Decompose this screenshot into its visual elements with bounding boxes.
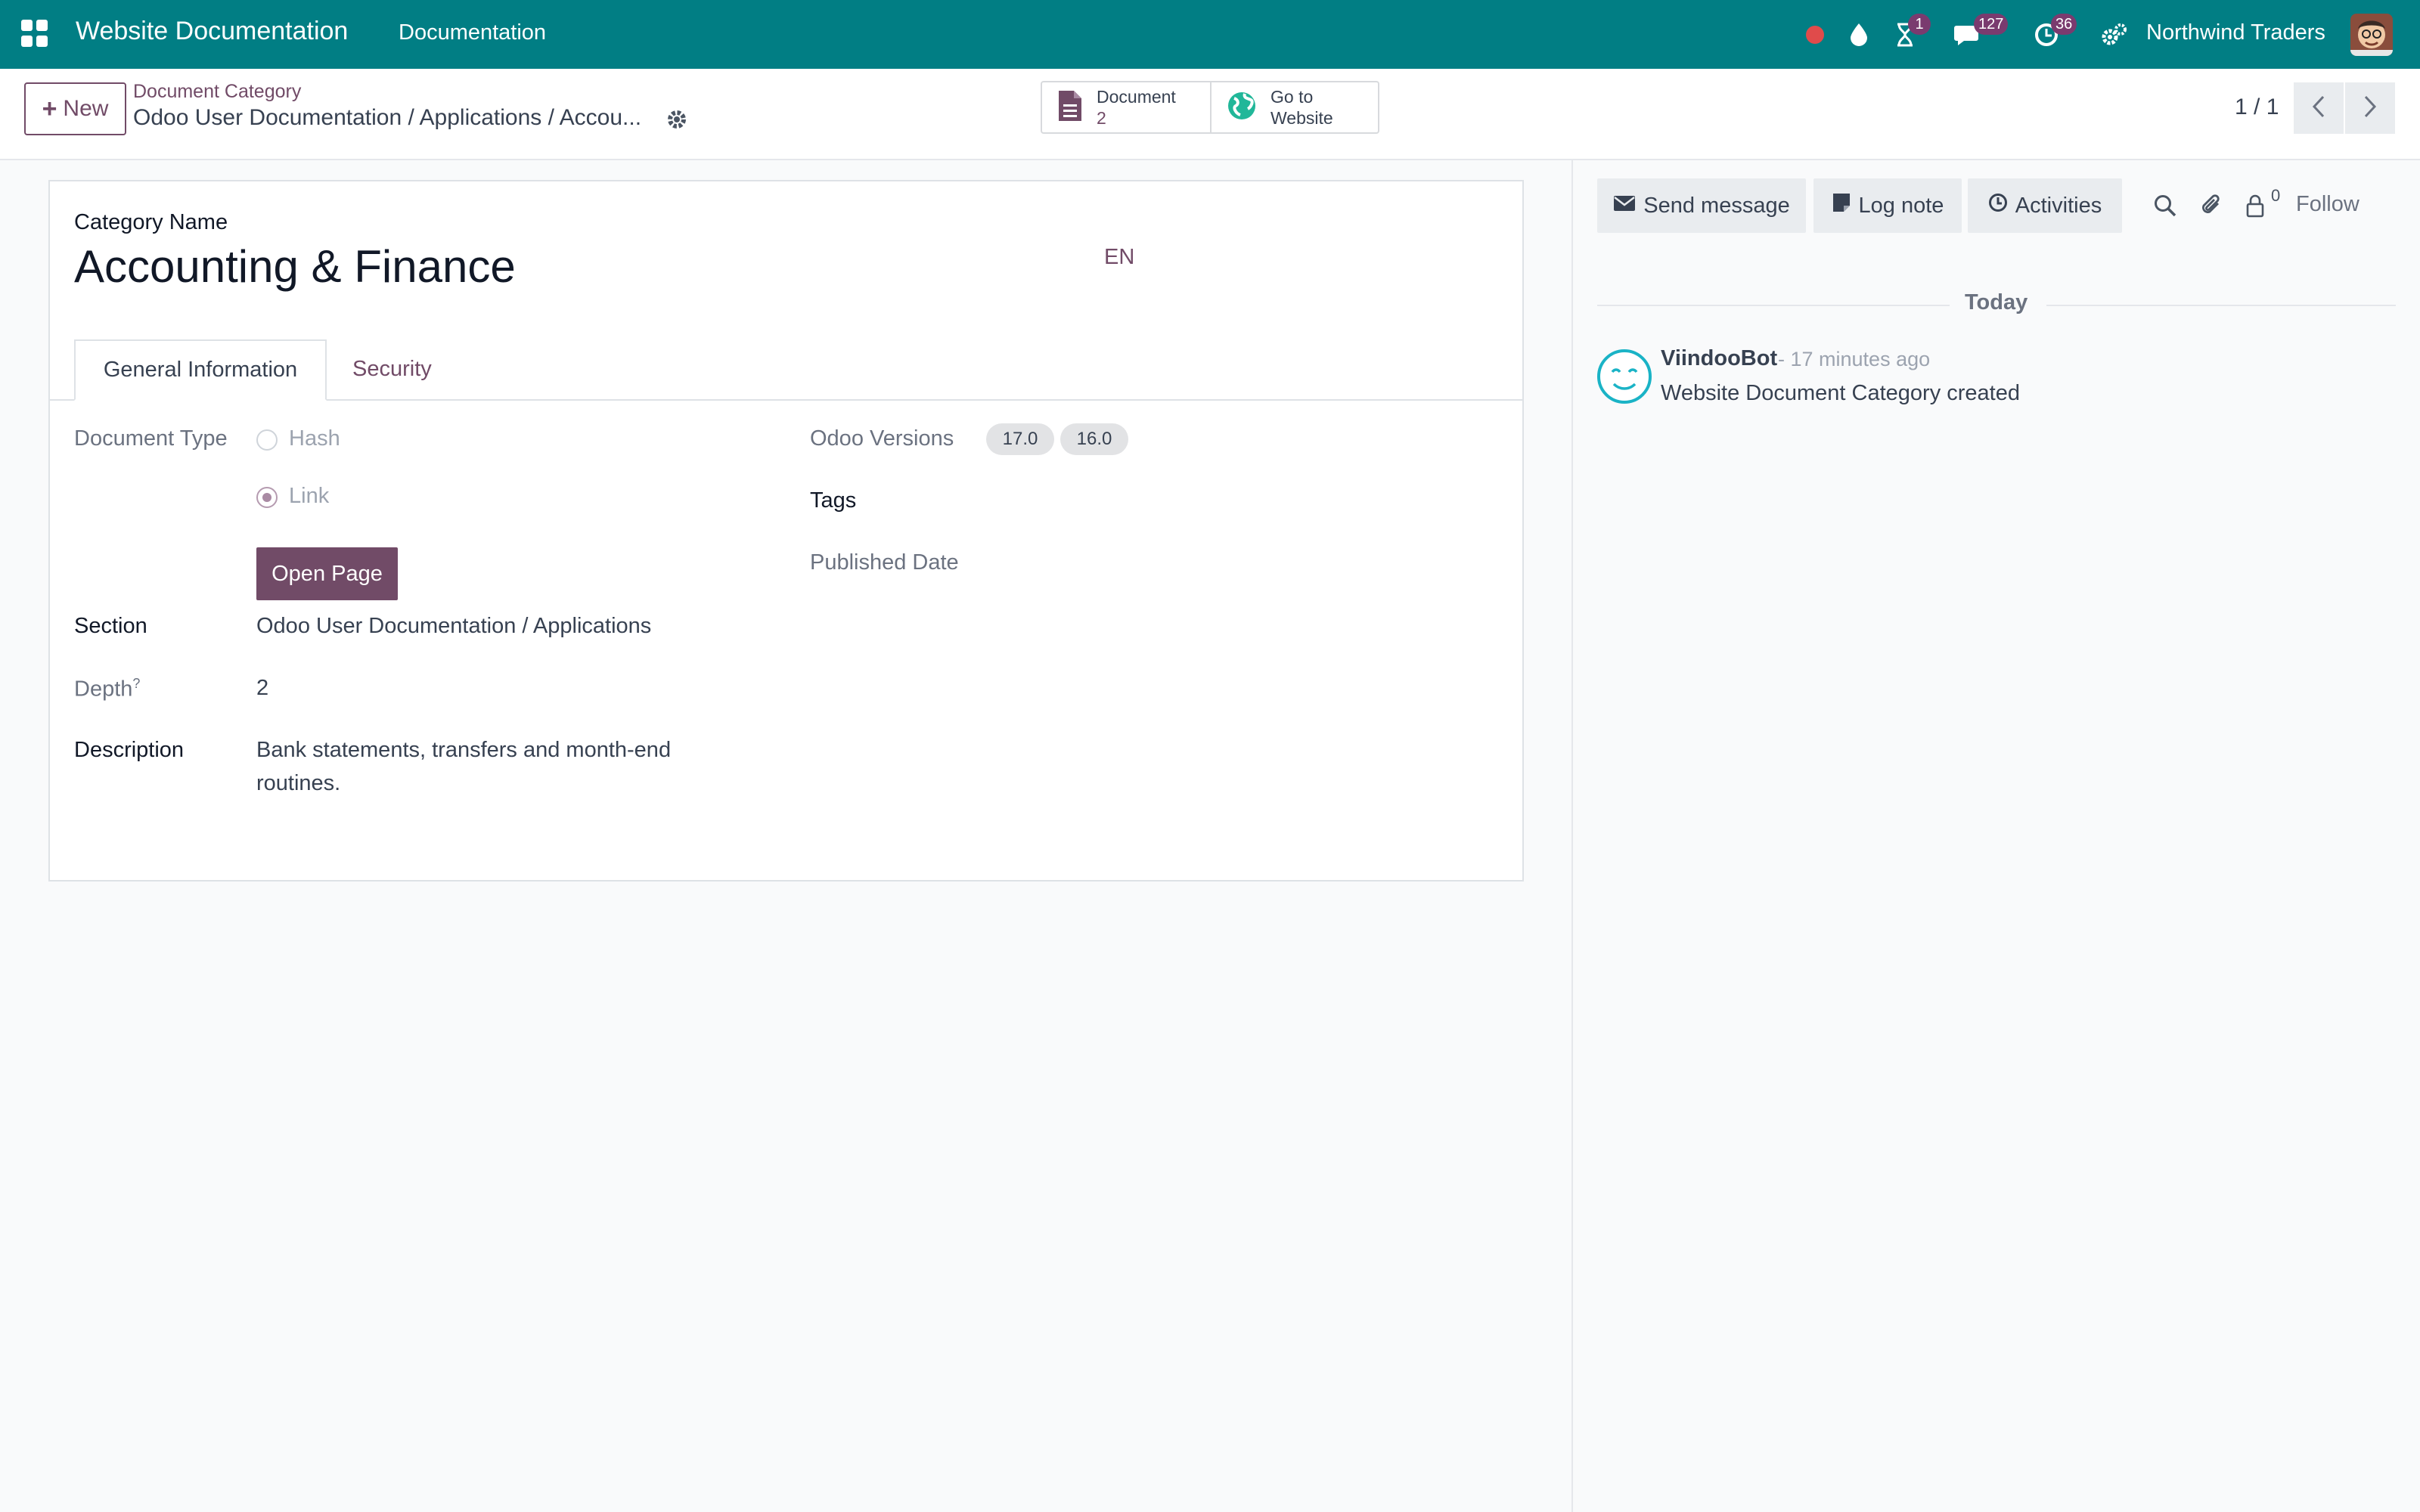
envelope-icon	[1613, 194, 1636, 218]
document-type-link-label[interactable]: Link	[289, 484, 329, 509]
version-tag[interactable]: 17.0	[986, 423, 1054, 455]
breadcrumb-current: Odoo User Documentation / Applications /…	[133, 105, 642, 130]
documents-smart-count: 2	[1097, 108, 1106, 128]
messages-icon[interactable]: 127	[1951, 14, 2009, 51]
activities-button[interactable]: Activities	[1968, 178, 2122, 233]
open-page-button[interactable]: Open Page	[256, 547, 398, 600]
globe-icon	[1227, 91, 1257, 125]
category-name-label: Category Name	[74, 210, 228, 234]
user-avatar[interactable]	[2350, 14, 2393, 56]
version-tag[interactable]: 16.0	[1060, 423, 1128, 455]
description-line-1[interactable]: Bank statements, transfers and month-end	[256, 738, 671, 763]
top-navbar: Website Documentation Documentation 1 12…	[0, 0, 2420, 69]
control-panel: + New Document Category Odoo User Docume…	[0, 69, 2420, 160]
hourglass-icon[interactable]: 1	[1888, 14, 1931, 51]
go-to-website-button[interactable]: Go to Website	[1210, 82, 1378, 132]
depth-label-text: Depth	[74, 677, 133, 702]
plus-icon: +	[42, 94, 57, 123]
activity-badge: 1	[1908, 14, 1931, 35]
today-line-right	[2046, 305, 2396, 306]
language-toggle[interactable]: EN	[1104, 245, 1134, 270]
published-date-label: Published Date	[810, 550, 959, 575]
log-note-label: Log note	[1858, 193, 1944, 218]
depth-help-icon[interactable]: ?	[132, 676, 140, 691]
new-button[interactable]: + New	[24, 82, 126, 135]
messages-badge: 127	[1974, 14, 2009, 35]
odoo-versions-label: Odoo Versions	[810, 426, 954, 451]
section-value[interactable]: Odoo User Documentation / Applications	[256, 614, 651, 639]
message-author[interactable]: ViindooBot	[1661, 346, 1777, 371]
document-type-link-radio[interactable]	[256, 487, 278, 508]
activities-badge: 36	[2051, 14, 2077, 35]
message-time: - 17 minutes ago	[1778, 348, 1931, 370]
section-label: Section	[74, 614, 147, 638]
apps-menu-icon[interactable]	[21, 20, 48, 47]
paperclip-icon[interactable]	[2198, 192, 2225, 219]
today-separator: Today	[1965, 290, 2028, 314]
document-type-hash-radio[interactable]	[256, 429, 278, 451]
clock-icon	[1988, 193, 2008, 218]
message-body: Website Document Category created	[1661, 381, 2020, 405]
send-message-button[interactable]: Send message	[1597, 178, 1806, 233]
menu-item-documentation[interactable]: Documentation	[399, 20, 546, 45]
documents-smart-label: Document	[1097, 87, 1176, 107]
description-label: Description	[74, 738, 185, 762]
drop-icon[interactable]	[1842, 18, 1876, 51]
app-name[interactable]: Website Documentation	[76, 17, 348, 46]
document-type-hash-label[interactable]: Hash	[289, 426, 340, 451]
record-icon[interactable]	[1798, 18, 1832, 51]
bot-avatar-icon	[1596, 348, 1653, 405]
document-type-label: Document Type	[74, 426, 228, 451]
pager-next-button[interactable]	[2345, 82, 2395, 134]
send-message-label: Send message	[1643, 193, 1790, 218]
file-icon	[1057, 89, 1083, 126]
form-sheet: Category Name Accounting & Finance EN Ge…	[48, 180, 1524, 881]
breadcrumb-parent[interactable]: Document Category	[133, 81, 301, 103]
tags-label: Tags	[810, 488, 857, 513]
category-name-input[interactable]: Accounting & Finance	[74, 240, 516, 293]
go-to-website-label-1: Go to	[1270, 87, 1314, 107]
depth-value: 2	[256, 676, 269, 700]
pager-value[interactable]: 1 / 1	[2235, 94, 2279, 120]
chatter-divider	[1571, 160, 1573, 1512]
smart-buttons: Document 2 Go to Website	[1041, 81, 1379, 134]
documents-smart-button[interactable]: Document 2	[1042, 82, 1210, 132]
depth-label: Depth?	[74, 676, 140, 702]
today-line-left	[1597, 305, 1950, 306]
pager-previous-button[interactable]	[2294, 82, 2344, 134]
company-switcher[interactable]: Northwind Traders	[2146, 20, 2325, 45]
followers-lock-icon[interactable]	[2242, 192, 2269, 219]
clock-icon[interactable]: 36	[2030, 14, 2077, 51]
chevron-left-icon	[2311, 94, 2326, 122]
description-line-2[interactable]: routines.	[256, 771, 340, 796]
search-icon[interactable]	[2152, 192, 2179, 219]
chevron-right-icon	[2363, 94, 2378, 122]
settings-gears-icon[interactable]	[2098, 18, 2131, 51]
followers-count: 0	[2271, 186, 2281, 205]
go-to-website-label-2: Website	[1270, 108, 1333, 128]
tab-general-information-label: General Information	[103, 358, 298, 382]
follow-button[interactable]: Follow	[2296, 192, 2360, 217]
note-icon	[1832, 192, 1851, 219]
gear-icon[interactable]	[666, 108, 688, 131]
tab-security[interactable]: Security	[352, 357, 432, 382]
activities-label: Activities	[2015, 193, 2102, 218]
log-note-button[interactable]: Log note	[1813, 178, 1962, 233]
new-button-label: New	[63, 96, 109, 121]
tab-general-information[interactable]: General Information	[74, 339, 327, 401]
